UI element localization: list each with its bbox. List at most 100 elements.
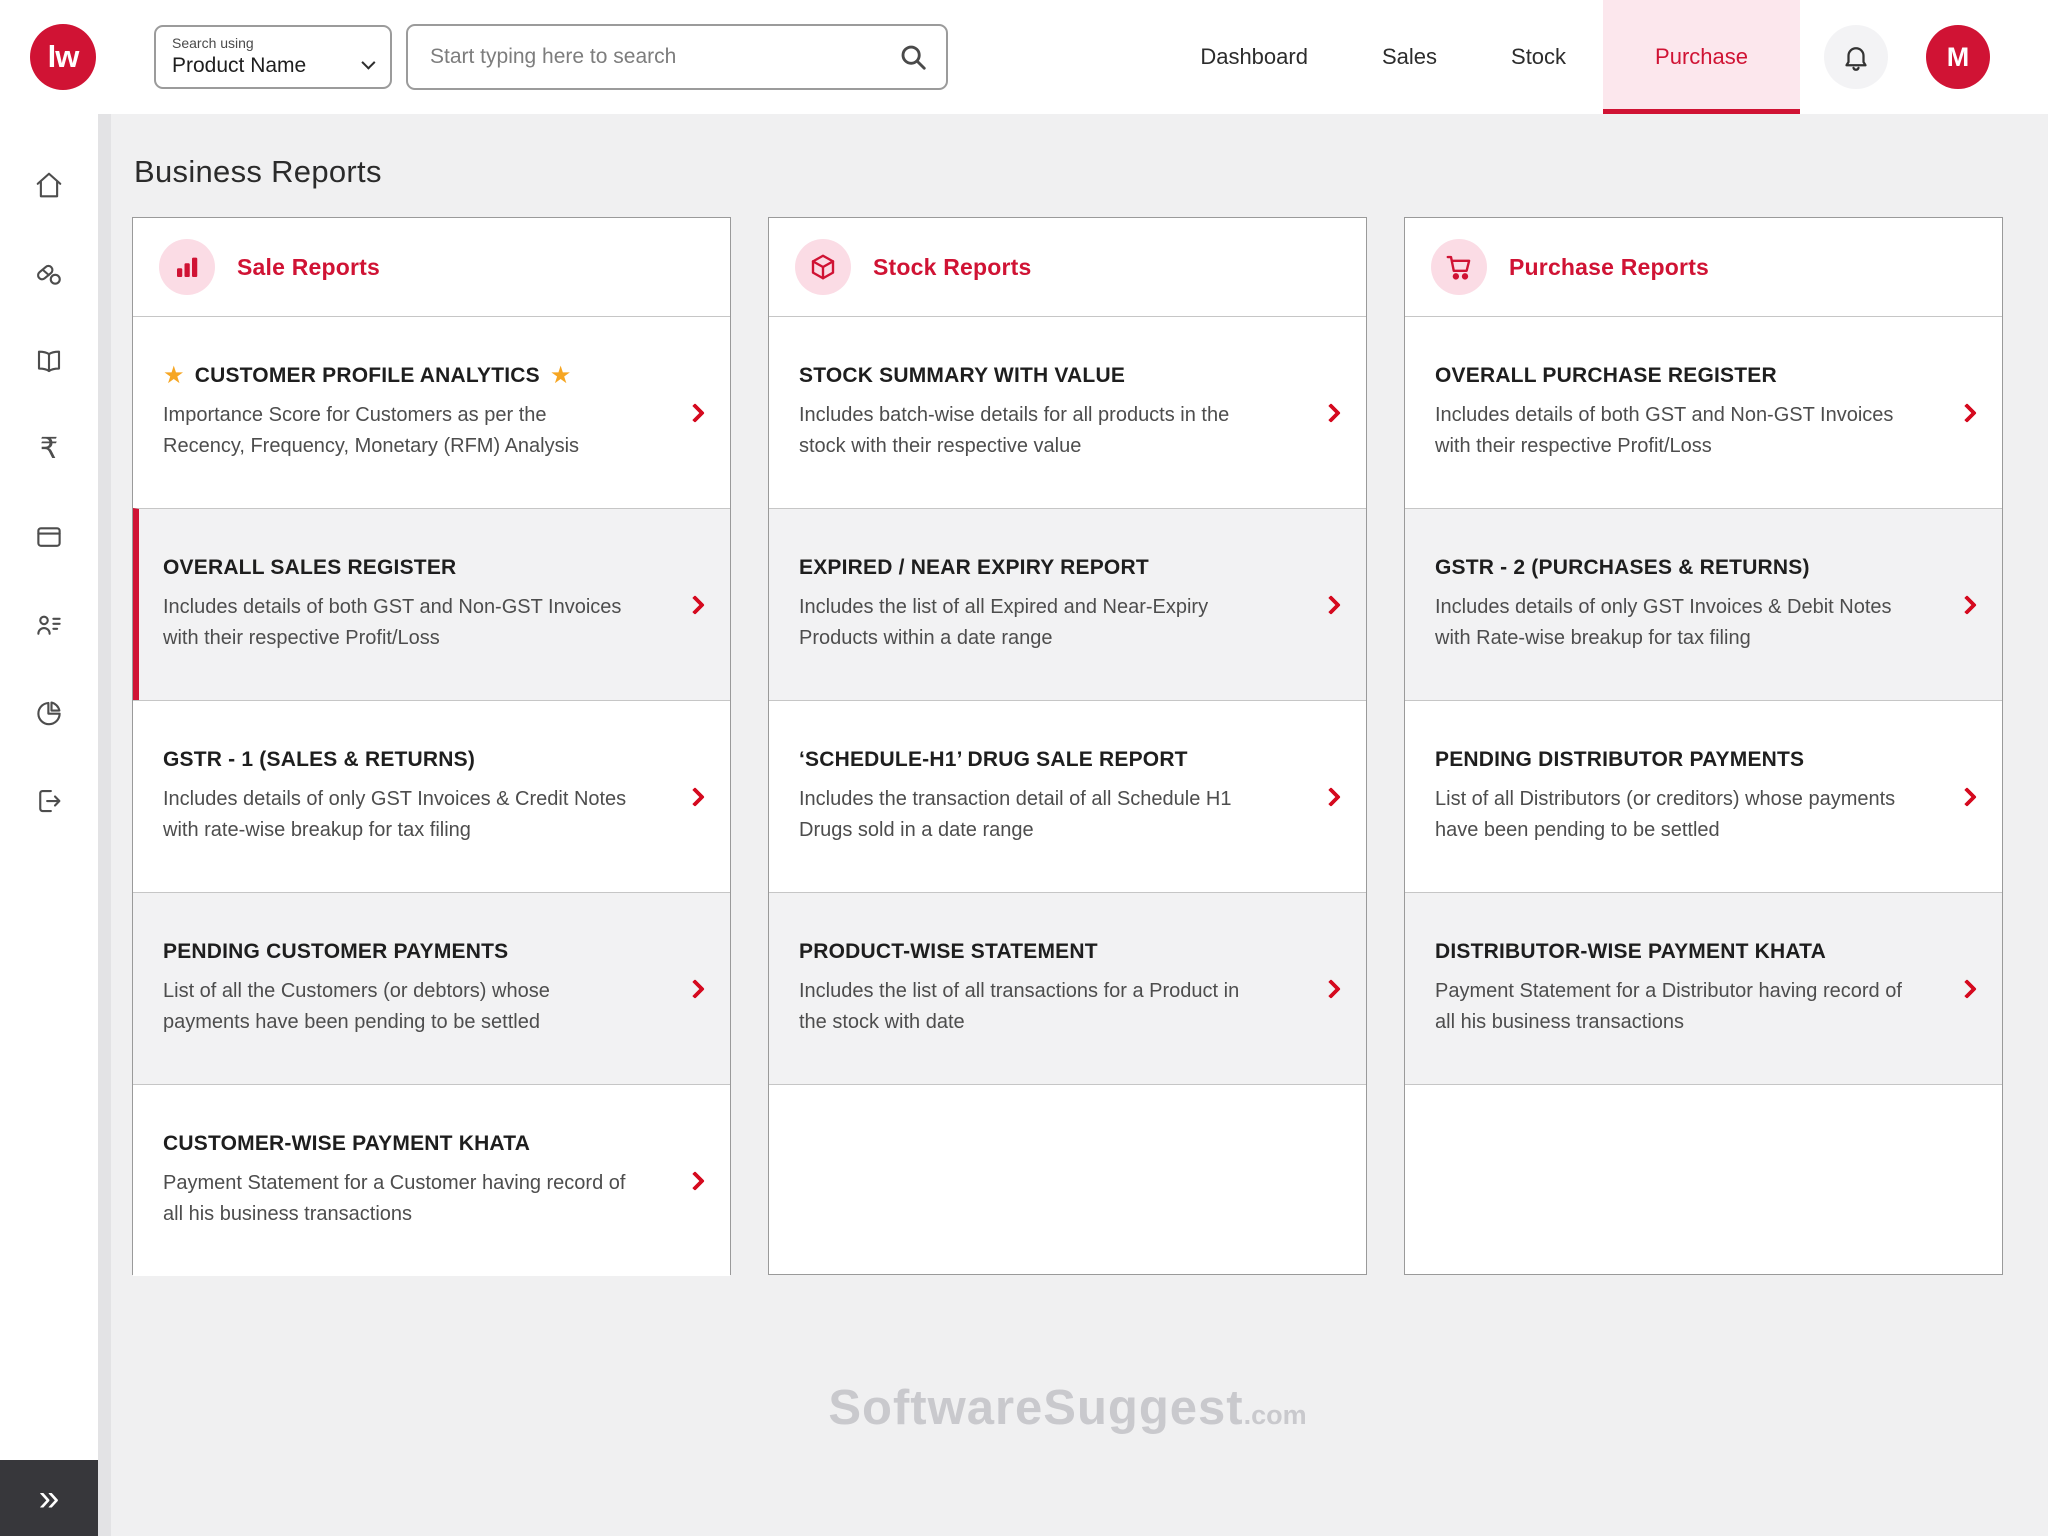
report-row[interactable]: EXPIRED / NEAR EXPIRY REPORT Includes th… [769,508,1366,700]
report-title: PRODUCT-WISE STATEMENT [799,940,1282,964]
report-description: Includes details of both GST and Non-GST… [1435,400,1905,462]
body: ₹ [0,114,2048,1536]
nav-dashboard[interactable]: Dashboard [1163,0,1345,114]
package-icon [808,252,838,282]
chevron-right-icon [685,787,705,807]
page-title: Business Reports [134,154,2003,190]
report-description: Payment Statement for a Distributor havi… [1435,976,1905,1038]
notifications-button[interactable] [1824,25,1888,89]
section-title: Purchase Reports [1509,254,1709,281]
reports-grid: Sale Reports ★ CUSTOMER PROFILE ANALYTIC… [132,217,2003,1275]
report-row[interactable]: STOCK SUMMARY WITH VALUE Includes batch-… [769,316,1366,508]
report-description: Includes the list of all Expired and Nea… [799,592,1269,654]
search-by-value: Product Name [172,54,306,78]
report-title: CUSTOMER-WISE PAYMENT KHATA [163,1132,646,1156]
chevron-right-icon [685,979,705,999]
chevron-right-icon [1957,979,1977,999]
section-title: Stock Reports [873,254,1032,281]
report-description: Includes details of only GST Invoices & … [163,784,633,846]
report-row[interactable]: ★ CUSTOMER PROFILE ANALYTICS ★ Importanc… [133,316,730,508]
report-title: ‘SCHEDULE-H1’ DRUG SALE REPORT [799,748,1282,772]
stock-reports-card: Stock Reports STOCK SUMMARY WITH VALUE I… [768,217,1367,1275]
cart-icon [1444,252,1474,282]
report-row[interactable]: PENDING CUSTOMER PAYMENTS List of all th… [133,892,730,1084]
report-title: EXPIRED / NEAR EXPIRY REPORT [799,556,1282,580]
star-icon: ★ [163,364,185,388]
report-title: GSTR - 1 (SALES & RETURNS) [163,748,646,772]
report-description: Includes details of both GST and Non-GST… [163,592,633,654]
report-title: OVERALL SALES REGISTER [163,556,646,580]
sidebar-expand-button[interactable]: » [0,1460,98,1536]
chevron-right-icon [685,403,705,423]
search-by-dropdown[interactable]: Search using Product Name [154,25,392,89]
report-row[interactable]: DISTRIBUTOR-WISE PAYMENT KHATA Payment S… [1405,892,2002,1084]
report-row[interactable]: CUSTOMER-WISE PAYMENT KHATA Payment Stat… [133,1084,730,1276]
search-input[interactable] [406,24,948,90]
search-box [406,24,948,90]
chevron-right-icon [1321,787,1341,807]
search-by-label: Search using [172,35,372,51]
chevron-right-icon [1957,403,1977,423]
chevron-right-icon [1321,979,1341,999]
chevron-right-icon [685,595,705,615]
chevron-right-icon [1321,595,1341,615]
chevron-right-icon [685,1171,705,1191]
report-row[interactable]: GSTR - 1 (SALES & RETURNS) Includes deta… [133,700,730,892]
chevron-right-icon [1957,787,1977,807]
bar-chart-icon [172,252,202,282]
report-description: Includes details of only GST Invoices & … [1435,592,1905,654]
report-row[interactable]: PENDING DISTRIBUTOR PAYMENTS List of all… [1405,700,2002,892]
nav-purchase[interactable]: Purchase [1603,0,1800,114]
report-description: Includes the transaction detail of all S… [799,784,1269,846]
main-nav: Dashboard Sales Stock Purchase [1163,0,1800,114]
purchase-reports-card: Purchase Reports OVERALL PURCHASE REGIST… [1404,217,2003,1275]
report-title: OVERALL PURCHASE REGISTER [1435,364,1918,388]
report-row[interactable]: ‘SCHEDULE-H1’ DRUG SALE REPORT Includes … [769,700,1366,892]
report-title: ★ CUSTOMER PROFILE ANALYTICS ★ [163,364,646,388]
main-content: Business Reports Sale Reports [111,114,2048,1536]
search-icon[interactable] [898,42,928,72]
watermark: SoftwareSuggest.com [132,1380,2003,1436]
sale-reports-card: Sale Reports ★ CUSTOMER PROFILE ANALYTIC… [132,217,731,1275]
medicines-icon[interactable] [34,258,64,288]
top-bar: lw Search using Product Name Dashboard S… [0,0,2048,114]
report-description: Importance Score for Customers as per th… [163,400,633,462]
chevron-right-icon [1957,595,1977,615]
chevron-right-icon [1321,403,1341,423]
chevron-down-icon [361,56,375,70]
report-title: GSTR - 2 (PURCHASES & RETURNS) [1435,556,1918,580]
watermark-text: SoftwareSuggest [828,1381,1243,1435]
bell-icon [1841,42,1871,72]
rupee-icon[interactable]: ₹ [34,434,64,464]
pie-chart-icon[interactable] [34,698,64,728]
nav-sales[interactable]: Sales [1345,0,1474,114]
purchase-icon-circle [1431,239,1487,295]
section-title: Sale Reports [237,254,380,281]
report-description: Includes the list of all transactions fo… [799,976,1269,1038]
book-icon[interactable] [34,346,64,376]
nav-stock[interactable]: Stock [1474,0,1603,114]
report-row[interactable]: PRODUCT-WISE STATEMENT Includes the list… [769,892,1366,1084]
empty-area [1405,1084,2002,1274]
report-row[interactable]: OVERALL PURCHASE REGISTER Includes detai… [1405,316,2002,508]
section-header-sale: Sale Reports [133,218,730,316]
report-row[interactable]: OVERALL SALES REGISTER Includes details … [133,508,730,700]
stock-icon-circle [795,239,851,295]
section-header-stock: Stock Reports [769,218,1366,316]
report-description: List of all the Customers (or debtors) w… [163,976,633,1038]
contacts-icon[interactable] [34,610,64,640]
report-title: STOCK SUMMARY WITH VALUE [799,364,1282,388]
sale-icon-circle [159,239,215,295]
report-title: DISTRIBUTOR-WISE PAYMENT KHATA [1435,940,1918,964]
report-description: Includes batch-wise details for all prod… [799,400,1269,462]
report-row[interactable]: GSTR - 2 (PURCHASES & RETURNS) Includes … [1405,508,2002,700]
report-title: PENDING CUSTOMER PAYMENTS [163,940,646,964]
logout-icon[interactable] [34,786,64,816]
home-icon[interactable] [34,170,64,200]
app-logo[interactable]: lw [30,24,96,90]
user-avatar[interactable]: M [1926,25,1990,89]
star-icon: ★ [550,364,572,388]
billing-icon[interactable] [34,522,64,552]
report-title: PENDING DISTRIBUTOR PAYMENTS [1435,748,1918,772]
report-description: List of all Distributors (or creditors) … [1435,784,1905,846]
